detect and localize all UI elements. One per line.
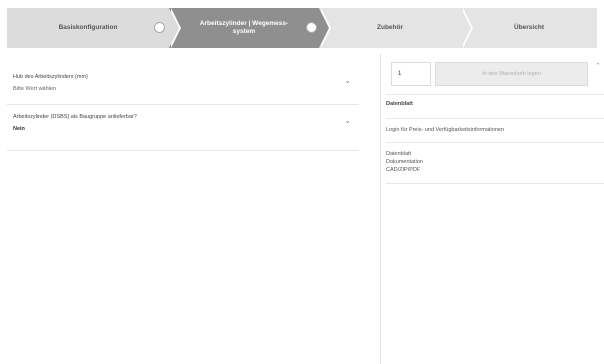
add-to-cart-button[interactable]: In den Warenkorb legen <box>435 62 588 86</box>
step-label: Basiskonfiguration <box>58 24 118 31</box>
step-accessories[interactable]: Zubehör <box>319 8 461 48</box>
step-overview[interactable]: Übersicht <box>461 8 597 48</box>
step-label: Arbeitszylinder | Wegemess- <box>199 20 289 27</box>
field-value: Nein <box>13 126 25 132</box>
step-arrow <box>169 8 179 48</box>
step-node-icon <box>154 22 165 33</box>
step-arrow <box>461 8 471 48</box>
field-label: Arbeitszylinder (DSBS) als Baugruppe anl… <box>13 114 137 120</box>
download-link[interactable]: Datenblatt <box>386 151 411 157</box>
chevron-down-icon[interactable]: ⌄ <box>344 76 351 85</box>
step-arrow <box>319 8 329 48</box>
downloads-list: Datenblatt Dokumentation CAD/ZIP/PDF <box>386 142 604 184</box>
login-row[interactable]: Login für Preis- und Verfügbarkeitsinfor… <box>386 118 604 143</box>
step-label: Zubehör <box>377 24 403 31</box>
download-link[interactable]: CAD/ZIP/PDF <box>386 167 420 173</box>
step-node-icon <box>306 22 317 33</box>
summary-panel: 1 In den Warenkorb legen ⌃ Datenblatt Lo… <box>380 54 604 364</box>
chevron-up-icon[interactable]: ⌃ <box>595 62 601 70</box>
field-value: Bitte Wert wählen <box>13 86 57 92</box>
step-label: Übersicht <box>514 24 544 31</box>
step-basic-configuration[interactable]: Basiskonfiguration <box>7 8 169 48</box>
quantity-input[interactable]: 1 <box>391 62 431 86</box>
stroke-length-select[interactable]: Hub des Arbeitszylinders (mm) Bitte Wert… <box>7 74 359 105</box>
download-link[interactable]: Dokumentation <box>386 159 423 165</box>
field-label: Hub des Arbeitszylinders (mm) <box>13 74 88 80</box>
login-link[interactable]: Login für Preis- und Verfügbarkeitsinfor… <box>386 127 504 133</box>
step-label-line2: system <box>232 28 256 35</box>
step-cylinder-measuring-system[interactable]: Arbeitszylinder | Wegemess-system <box>169 8 319 48</box>
section-title: Datenblatt <box>386 101 413 107</box>
chevron-down-icon[interactable]: ⌄ <box>344 116 351 125</box>
configurator-stepper: Basiskonfiguration Arbeitszylinder | Weg… <box>7 8 597 48</box>
assembly-delivery-select[interactable]: Arbeitszylinder (DSBS) als Baugruppe anl… <box>7 114 359 151</box>
datasheet-section: Datenblatt <box>386 94 604 119</box>
